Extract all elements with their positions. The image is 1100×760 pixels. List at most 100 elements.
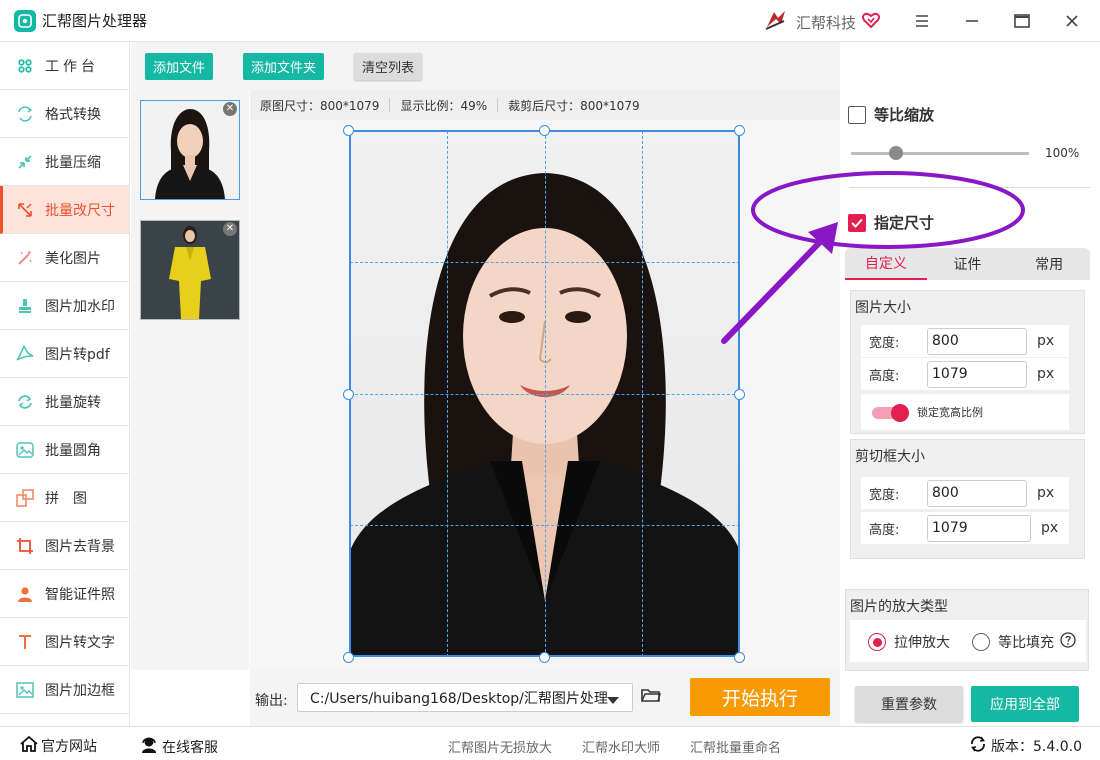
title-bar: 汇帮图片处理器 汇帮科技: [0, 0, 1100, 42]
lossless-upscale-link[interactable]: 汇帮图片无损放大: [448, 737, 552, 756]
sidebar-item-label: 批量改尺寸: [45, 202, 115, 219]
sidebar-item-rounded-corner[interactable]: 批量圆角: [0, 426, 129, 474]
image-width-row: 宽度: 800 px: [861, 325, 1069, 357]
scale-slider-handle[interactable]: [888, 146, 903, 160]
maximize-icon[interactable]: [1012, 11, 1032, 31]
minimize-icon[interactable]: [962, 11, 982, 31]
crop-handle-bottom-left[interactable]: [343, 652, 354, 663]
folder-icon[interactable]: [641, 687, 661, 707]
image-width-input[interactable]: 800: [927, 327, 1027, 355]
menu-icon[interactable]: [912, 11, 932, 31]
sidebar-item-batch-compress[interactable]: 批量压缩: [0, 138, 129, 186]
batch-rename-link[interactable]: 汇帮批量重命名: [690, 737, 781, 756]
grid-guide: [350, 262, 740, 263]
sidebar-item-label: 图片去背景: [45, 538, 115, 555]
home-icon: [20, 735, 38, 756]
fill-option[interactable]: 等比填充: [972, 632, 1076, 652]
apply-all-button[interactable]: 应用到全部: [971, 686, 1079, 722]
sidebar-item-add-frame[interactable]: 图片加边框: [0, 666, 129, 714]
remove-thumbnail-icon[interactable]: ✕: [223, 222, 237, 236]
image-size-group: 图片大小 宽度: 800 px 高度: 1079 px 锁定宽高比例: [850, 290, 1085, 434]
online-service-link[interactable]: 在线客服: [140, 736, 218, 757]
scale-slider[interactable]: [851, 152, 1029, 155]
fill-radio[interactable]: [972, 633, 990, 651]
crop-handle-top[interactable]: [539, 125, 550, 136]
yellow-suit-thumbnail-image: [141, 221, 239, 319]
version-info[interactable]: 版本：5.4.0.0: [970, 736, 1082, 756]
sidebar-item-watermark[interactable]: 图片加水印: [0, 282, 129, 330]
brand-area[interactable]: 汇帮科技: [764, 9, 881, 35]
convert-icon: [16, 105, 34, 123]
specify-size-label: 指定尺寸: [874, 214, 935, 232]
output-label: 输出:: [255, 693, 288, 709]
stretch-radio[interactable]: [868, 633, 886, 651]
collage-icon: [16, 488, 34, 507]
resize-icon: [16, 201, 34, 219]
output-path-select[interactable]: C:/Users/huibang168/Desktop/汇帮图片处理: [297, 683, 633, 712]
crop-height-row: 高度: 1079 px: [861, 512, 1069, 544]
image-height-input[interactable]: 1079: [927, 360, 1027, 388]
tab-common[interactable]: 常用: [1008, 248, 1090, 280]
brand-logo-icon: [764, 9, 788, 35]
sidebar-item-beautify[interactable]: 美化图片: [0, 234, 129, 282]
crop-handle-bottom-right[interactable]: [734, 652, 745, 663]
version-label: 版本：5.4.0.0: [991, 739, 1082, 755]
reset-button[interactable]: 重置参数: [855, 686, 963, 722]
output-bar: 输出: C:/Users/huibang168/Desktop/汇帮图片处理 开…: [250, 670, 840, 726]
toolbar: 添加文件 添加文件夹 清空列表: [131, 42, 840, 90]
heart-icon[interactable]: [862, 12, 881, 32]
thumbnail-item[interactable]: ✕: [140, 220, 240, 320]
sidebar-item-to-pdf[interactable]: 图片转pdf: [0, 330, 129, 378]
sidebar-item-batch-resize[interactable]: 批量改尺寸: [0, 186, 129, 234]
preview-photo: [350, 131, 740, 657]
tab-custom[interactable]: 自定义: [845, 248, 927, 280]
help-icon[interactable]: [1060, 632, 1076, 652]
lock-ratio-toggle[interactable]: [871, 403, 909, 422]
crop-handle-right[interactable]: [734, 389, 745, 400]
close-icon[interactable]: [1062, 11, 1082, 31]
crop-icon: [16, 537, 34, 555]
chevron-down-icon[interactable]: [607, 694, 619, 709]
sidebar-item-label: 批量旋转: [45, 394, 101, 411]
add-file-button[interactable]: 添加文件: [145, 53, 214, 80]
proportional-scale-label: 等比缩放: [874, 106, 935, 124]
start-button[interactable]: 开始执行: [690, 678, 830, 716]
sidebar-item-collage[interactable]: 拼 图: [0, 474, 129, 522]
scale-value: 100%: [1045, 146, 1080, 160]
watermark-master-link[interactable]: 汇帮水印大师: [582, 737, 660, 756]
crop-width-input[interactable]: 800: [927, 479, 1027, 507]
tab-id-photo[interactable]: 证件: [927, 248, 1009, 280]
lock-ratio-label: 锁定宽高比例: [917, 406, 983, 419]
crop-handle-bottom[interactable]: [539, 652, 550, 663]
official-website-label: 官方网站: [41, 739, 97, 755]
crop-handle-top-left[interactable]: [343, 125, 354, 136]
image-height-row: 高度: 1079 px: [861, 358, 1069, 390]
official-website-link[interactable]: 官方网站: [20, 735, 97, 756]
add-folder-button[interactable]: 添加文件夹: [243, 53, 325, 80]
sidebar-item-rotate[interactable]: 批量旋转: [0, 378, 129, 426]
crop-height-input[interactable]: 1079: [927, 514, 1031, 542]
person-icon: [16, 585, 34, 603]
specify-size-checkbox[interactable]: [848, 213, 866, 232]
thumbnail-item[interactable]: ✕: [140, 100, 240, 200]
crop-handle-top-right[interactable]: [734, 125, 745, 136]
sidebar-item-id-photo[interactable]: 智能证件照: [0, 570, 129, 618]
sidebar-item-format-convert[interactable]: 格式转换: [0, 90, 129, 138]
sidebar-item-label: 工作台: [45, 58, 99, 75]
clear-list-button[interactable]: 清空列表: [354, 53, 423, 80]
crop-handle-left[interactable]: [343, 389, 354, 400]
sidebar-item-to-text[interactable]: 图片转文字: [0, 618, 129, 666]
remove-thumbnail-icon[interactable]: ✕: [223, 102, 237, 116]
app-title: 汇帮图片处理器: [42, 12, 148, 30]
settings-panel: 等比缩放 100% 指定尺寸 自定义 证件 常用 图片大小 宽度: 800 px…: [841, 90, 1100, 726]
beautify-icon: [16, 249, 34, 267]
watermark-icon: [16, 297, 34, 315]
stretch-option[interactable]: 拉伸放大: [868, 632, 950, 652]
proportional-scale-row[interactable]: 等比缩放: [848, 104, 934, 125]
specify-size-row[interactable]: 指定尺寸: [848, 212, 934, 233]
proportional-scale-checkbox[interactable]: [848, 105, 866, 124]
sidebar-item-remove-background[interactable]: 图片去背景: [0, 522, 129, 570]
portrait-thumbnail-image: [141, 101, 239, 199]
sidebar-item-workbench[interactable]: 工作台: [0, 42, 129, 90]
headset-icon: [140, 736, 158, 757]
